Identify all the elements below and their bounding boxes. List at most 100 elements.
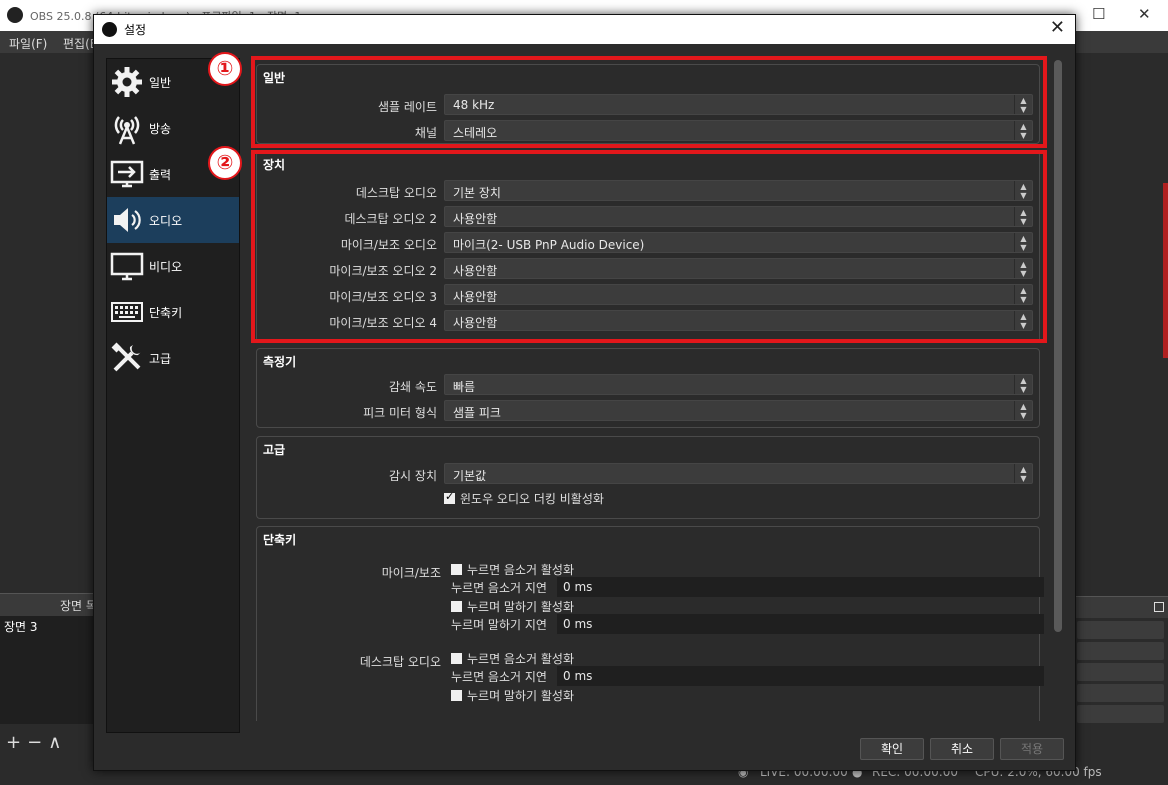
sidebar-item-label: 일반 [149, 76, 172, 90]
undock-icon[interactable] [1154, 602, 1164, 612]
dock-row [1077, 705, 1164, 723]
monitoring-device-select[interactable]: 기본값 ▲ ▼ [444, 463, 1033, 484]
sidebar-item-label: 단축키 [149, 306, 183, 320]
spin-value: 0 ms [563, 580, 593, 594]
chevron-updown-icon: ▲ ▼ [1014, 375, 1032, 394]
group-advanced: 고급 감시 장치 기본값 ▲▼ 윈도우 오디오 더킹 비활성화 [256, 436, 1040, 519]
sidebar-item-label: 방송 [149, 122, 172, 136]
field-label: 피크 미터 형식 [363, 406, 437, 420]
obs-logo-icon [102, 22, 117, 37]
menu-file[interactable]: 파일(F) [9, 35, 47, 52]
scrollbar-thumb[interactable] [1054, 60, 1062, 632]
sidebar-item-label: 고급 [149, 352, 172, 366]
scene-item[interactable]: 장면 3 [0, 616, 100, 634]
disable-ducking-checkbox[interactable]: 윈도우 오디오 더킹 비활성화 [444, 490, 604, 507]
decay-rate-select[interactable]: 빠름 ▲ ▼ [444, 374, 1033, 395]
speaker-icon [114, 208, 141, 232]
checkbox-checked-icon [444, 490, 455, 504]
annotation-box-general [251, 56, 1047, 148]
maximize-icon[interactable]: ☐ [1092, 5, 1105, 23]
scene-tools: +−∧ [6, 732, 67, 753]
annotation-box-devices [251, 150, 1047, 343]
annotation-marker-1: ① [208, 52, 242, 86]
close-icon[interactable]: ✕ [1138, 5, 1151, 23]
dock-row [1077, 684, 1164, 702]
hotkey-source-mic: 마이크/보조 [381, 566, 441, 580]
select-value: 기본값 [453, 469, 487, 483]
sidebar-item-label: 오디오 [149, 214, 183, 228]
obs-logo-icon [7, 7, 23, 23]
checkbox-label: 누르며 말하기 활성화 [467, 600, 574, 614]
cancel-button[interactable]: 취소 [930, 738, 994, 760]
group-title: 단축키 [263, 533, 297, 547]
dock-row [1077, 663, 1164, 681]
checkbox-label: 윈도우 오디오 더킹 비활성화 [460, 492, 604, 506]
broadcast-antenna-icon [114, 116, 140, 145]
select-value: 샘플 피크 [453, 406, 501, 420]
peak-meter-select[interactable]: 샘플 피크 ▲ ▼ [444, 400, 1033, 421]
dialog-title: 설정 [124, 23, 147, 37]
group-meters: 측정기 감쇄 속도 빠름 ▲ ▼ 피크 미터 형식 샘플 피크 ▲ ▼ [256, 348, 1040, 428]
mic-ptt-delay-label: 누르며 말하기 지연 [451, 618, 547, 632]
sidebar-item-hotkeys[interactable]: 단축키 [107, 289, 239, 335]
output-monitor-icon [110, 160, 144, 188]
group-title: 측정기 [263, 355, 297, 369]
ok-button[interactable]: 확인 [860, 738, 924, 760]
apply-button[interactable]: 적용 [1000, 738, 1064, 760]
dialog-title-bar: 설정 ✕ [94, 15, 1075, 44]
annotation-marker-2: ② [208, 146, 242, 180]
dock-row [1077, 621, 1164, 639]
obs-preview-edge [1163, 183, 1168, 358]
spin-value: 0 ms [563, 669, 593, 683]
mic-ptm-delay-label: 누르면 음소거 지연 [451, 581, 547, 595]
sidebar-item-label: 출력 [149, 168, 172, 182]
content-scrollbar[interactable] [1052, 58, 1064, 733]
sidebar-item-advanced[interactable]: 고급 [107, 335, 239, 381]
gear-icon [112, 67, 142, 97]
add-scene-icon[interactable]: + [6, 732, 27, 753]
mic-push-to-talk-checkbox[interactable]: 누르며 말하기 활성화 [451, 598, 574, 615]
checkbox-unchecked-icon [451, 690, 462, 701]
checkbox-label: 누르며 말하기 활성화 [467, 689, 574, 703]
spin-value: 0 ms [563, 617, 593, 631]
desktop-ptm-delay-input[interactable]: 0 ms▲▼ [557, 666, 1044, 686]
mic-push-to-mute-checkbox[interactable]: 누르면 음소거 활성화 [451, 561, 574, 578]
move-up-icon[interactable]: ∧ [48, 732, 67, 753]
checkbox-unchecked-icon [451, 653, 462, 664]
sidebar-item-stream[interactable]: 방송 [107, 105, 239, 151]
chevron-updown-icon: ▲ ▼ [1014, 401, 1032, 420]
select-value: 빠름 [453, 380, 476, 394]
decay-rate-row: 감쇄 속도 빠름 ▲ ▼ [257, 374, 1037, 396]
dock-header [1075, 596, 1168, 618]
checkbox-label: 누르면 음소거 활성화 [467, 563, 574, 577]
sidebar-item-video[interactable]: 비디오 [107, 243, 239, 289]
group-title: 고급 [263, 443, 286, 457]
checkbox-label: 누르면 음소거 활성화 [467, 652, 574, 666]
monitoring-device-row: 감시 장치 기본값 ▲ ▼ [257, 463, 1037, 485]
mic-ptm-delay-input[interactable]: 0 ms▲▼ [557, 577, 1044, 597]
checkbox-unchecked-icon [451, 564, 462, 575]
settings-dialog: 설정 ✕ 일반 방송 출력 오디오 비디오 단축키 고급 일반 샘플 레이트 4… [93, 14, 1076, 771]
mic-ptt-delay-input[interactable]: 0 ms▲▼ [557, 614, 1044, 634]
checkbox-unchecked-icon [451, 601, 462, 612]
desktop-push-to-mute-checkbox[interactable]: 누르면 음소거 활성화 [451, 650, 574, 667]
group-hotkeys: 단축키 마이크/보조 누르면 음소거 활성화 누르면 음소거 지연 0 ms▲▼… [256, 526, 1044, 721]
hotkey-source-desktop: 데스크탑 오디오 [359, 655, 441, 669]
desktop-ptm-delay-label: 누르면 음소거 지연 [451, 670, 547, 684]
scene-list [0, 634, 100, 724]
desktop-push-to-talk-checkbox[interactable]: 누르며 말하기 활성화 [451, 687, 574, 704]
monitor-icon [110, 252, 144, 281]
sidebar-item-label: 비디오 [149, 260, 183, 274]
remove-scene-icon[interactable]: − [27, 732, 48, 753]
dock-row [1077, 642, 1164, 660]
dialog-close-button[interactable]: ✕ [1050, 17, 1065, 38]
field-label: 감시 장치 [389, 469, 437, 483]
chevron-updown-icon: ▲ ▼ [1014, 464, 1032, 483]
mixer-dock [1075, 596, 1168, 736]
keyboard-icon [111, 302, 143, 322]
tools-icon [111, 342, 141, 372]
scenes-dock-title: 장면 목록 [0, 594, 100, 616]
sidebar-item-audio[interactable]: 오디오 [107, 197, 239, 243]
scenes-dock: 장면 목록 장면 3 +−∧ [0, 593, 100, 763]
field-label: 감쇄 속도 [389, 380, 437, 394]
